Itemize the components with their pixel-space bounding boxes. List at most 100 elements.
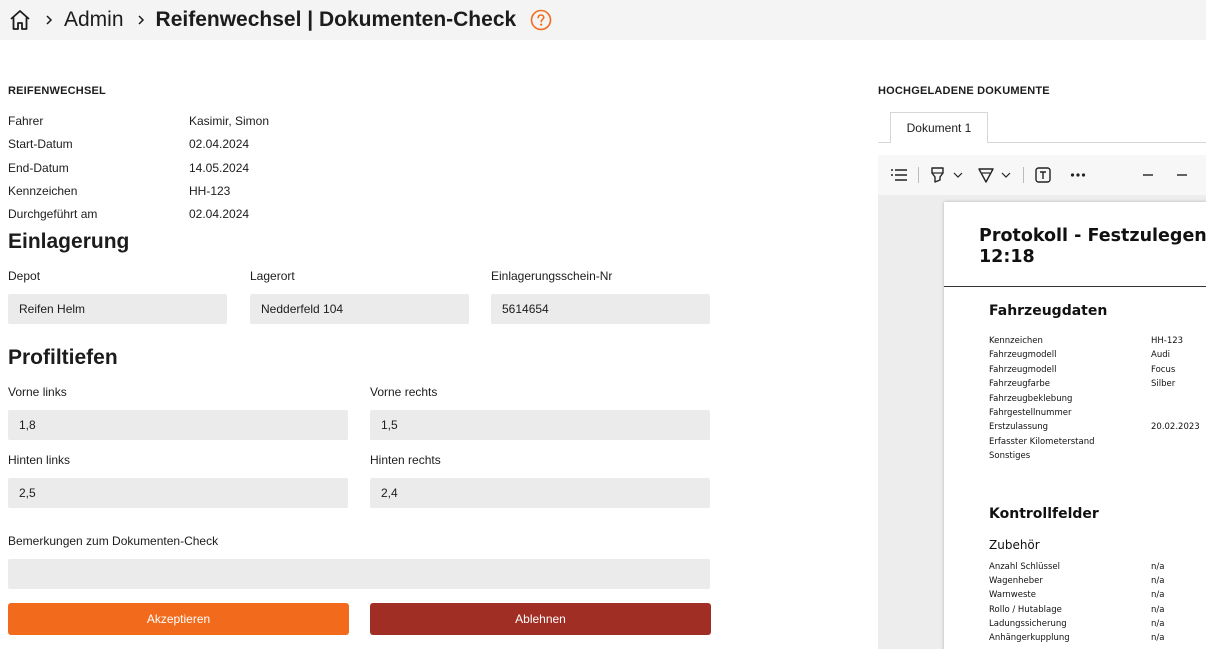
pdf-row-value: Silber (1151, 379, 1176, 389)
pdf-row: Anhängerkupplung n/a (989, 633, 1206, 647)
hinten-rechts-label: Hinten rechts (370, 453, 441, 467)
pdf-row-label: Anzahl Schlüssel (989, 562, 1060, 572)
lagerort-label: Lagerort (250, 269, 295, 283)
pdf-row-label: Fahrzeugmodell (989, 350, 1057, 360)
info-row-durchgefuehrt-am: Durchgeführt am 02.04.2024 (8, 207, 408, 227)
pdf-row-label: Erstzulassung (989, 422, 1049, 432)
info-value: Kasimir, Simon (189, 114, 270, 128)
pdf-row: Fahrgestellnummer (989, 408, 1206, 422)
vorne-links-field[interactable]: 1,8 (8, 410, 348, 440)
pdf-row: Ladungssicherung n/a (989, 619, 1206, 633)
home-icon[interactable] (8, 8, 32, 32)
vorne-rechts-label: Vorne rechts (370, 385, 438, 399)
pdf-subheading-zubehoer: Zubehör (989, 538, 1040, 552)
info-row-end-datum: End-Datum 14.05.2024 (8, 161, 408, 181)
info-row-fahrer: Fahrer Kasimir, Simon (8, 114, 408, 134)
pdf-row: Sonstiges (989, 451, 1206, 465)
einlagerungsschein-field[interactable]: 5614654 (491, 294, 710, 324)
help-icon[interactable] (530, 9, 552, 31)
breadcrumb-admin[interactable]: Admin (64, 8, 124, 32)
pdf-row: Fahrzeugmodell Focus (989, 365, 1206, 379)
pdf-row-label: Anhängerkupplung (989, 633, 1070, 643)
pdf-row-value: n/a (1151, 633, 1165, 643)
pdf-row: Erstzulassung 20.02.2023 (989, 422, 1206, 436)
pdf-row: Warnweste n/a (989, 590, 1206, 604)
chevron-right-icon (134, 13, 148, 27)
pdf-row-label: Kennzeichen (989, 336, 1043, 346)
vorne-rechts-field[interactable]: 1,5 (370, 410, 710, 440)
pdf-row-label: Rollo / Hutablage (989, 605, 1062, 615)
remarks-field[interactable] (8, 559, 710, 589)
tab-dokument-1[interactable]: Dokument 1 (890, 112, 988, 143)
info-label: Start-Datum (8, 137, 73, 151)
lagerort-field[interactable]: Nedderfeld 104 (250, 294, 469, 324)
pdf-row: Fahrzeugbeklebung (989, 394, 1206, 408)
reject-button[interactable]: Ablehnen (370, 603, 711, 635)
pdf-row: Erfasster Kilometerstand (989, 437, 1206, 451)
toolbar-divider (1023, 167, 1024, 183)
vorne-links-label: Vorne links (8, 385, 67, 399)
chevron-right-icon (42, 13, 56, 27)
list-icon[interactable] (890, 168, 908, 182)
pdf-viewer: Protokoll - Festzulegen 12:18 Fahrzeugda… (878, 155, 1206, 649)
page-title: Reifenwechsel | Dokumenten-Check (155, 8, 517, 31)
section-title-documents: HOCHGELADENE DOKUMENTE (878, 85, 1050, 97)
pdf-title: Protokoll - Festzulegen 12:18 (979, 226, 1206, 267)
pdf-row-value: n/a (1151, 605, 1165, 615)
pdf-row: Fahrzeugfarbe Silber (989, 379, 1206, 393)
hinten-links-field[interactable]: 2,5 (8, 478, 348, 508)
pdf-row: Fahrzeugmodell Audi (989, 350, 1206, 364)
pdf-row: Rollo / Hutablage n/a (989, 605, 1206, 619)
pdf-row-value: Audi (1151, 350, 1170, 360)
more-icon[interactable] (1070, 172, 1086, 178)
pdf-row-value: n/a (1151, 590, 1165, 600)
highlighter-icon[interactable] (929, 166, 947, 184)
einlagerung-heading: Einlagerung (8, 230, 130, 253)
chevron-down-icon[interactable] (953, 171, 963, 179)
einlagerungsschein-label: Einlagerungsschein-Nr (491, 269, 613, 283)
hinten-links-label: Hinten links (8, 453, 71, 467)
depot-label: Depot (8, 269, 41, 283)
info-label: Kennzeichen (8, 184, 78, 198)
pdf-row-value: HH-123 (1151, 336, 1184, 346)
zoom-out-icon[interactable] (1176, 173, 1188, 177)
info-value: 02.04.2024 (189, 137, 250, 151)
pdf-heading-fahrzeugdaten: Fahrzeugdaten (989, 303, 1108, 319)
pdf-row-label: Fahrzeugbeklebung (989, 394, 1073, 404)
pdf-page: Protokoll - Festzulegen 12:18 Fahrzeugda… (944, 202, 1206, 649)
pdf-row-label: Fahrzeugmodell (989, 365, 1057, 375)
info-value: 14.05.2024 (189, 161, 250, 175)
info-value: 02.04.2024 (189, 207, 250, 221)
pdf-row: Anzahl Schlüssel n/a (989, 562, 1206, 576)
pdf-row-label: Sonstiges (989, 451, 1031, 461)
remarks-label: Bemerkungen zum Dokumenten-Check (8, 534, 219, 548)
info-value: HH-123 (189, 184, 231, 198)
profiltiefen-heading: Profiltiefen (8, 346, 118, 369)
depot-field[interactable]: Reifen Helm (8, 294, 227, 324)
zoom-out-icon[interactable] (1142, 173, 1154, 177)
pdf-row-label: Warnweste (989, 590, 1036, 600)
pdf-toolbar (878, 155, 1206, 195)
info-label: Durchgeführt am (8, 207, 98, 221)
pdf-divider (944, 286, 1206, 287)
hinten-rechts-field[interactable]: 2,4 (370, 478, 710, 508)
pen-icon[interactable] (977, 166, 995, 184)
pdf-heading-kontrollfelder: Kontrollfelder (989, 506, 1099, 522)
pdf-row-label: Ladungssicherung (989, 619, 1067, 629)
pdf-row: Kennzeichen HH-123 (989, 336, 1206, 350)
pdf-row-value: Focus (1151, 365, 1176, 375)
pdf-row: Wagenheber n/a (989, 576, 1206, 590)
top-bar: Admin Reifenwechsel | Dokumenten-Check (0, 0, 1206, 40)
chevron-down-icon[interactable] (1001, 171, 1011, 179)
info-row-start-datum: Start-Datum 02.04.2024 (8, 137, 408, 157)
text-box-icon[interactable] (1034, 166, 1052, 184)
info-row-kennzeichen: Kennzeichen HH-123 (8, 184, 408, 204)
toolbar-divider (918, 167, 919, 183)
info-label: End-Datum (8, 161, 69, 175)
info-label: Fahrer (8, 114, 44, 128)
pdf-row-value: 20.02.2023 (1151, 422, 1200, 432)
pdf-row-label: Fahrzeugfarbe (989, 379, 1050, 389)
pdf-row-value: n/a (1151, 562, 1165, 572)
section-title-reifenwechsel: REIFENWECHSEL (8, 85, 106, 97)
accept-button[interactable]: Akzeptieren (8, 603, 349, 635)
